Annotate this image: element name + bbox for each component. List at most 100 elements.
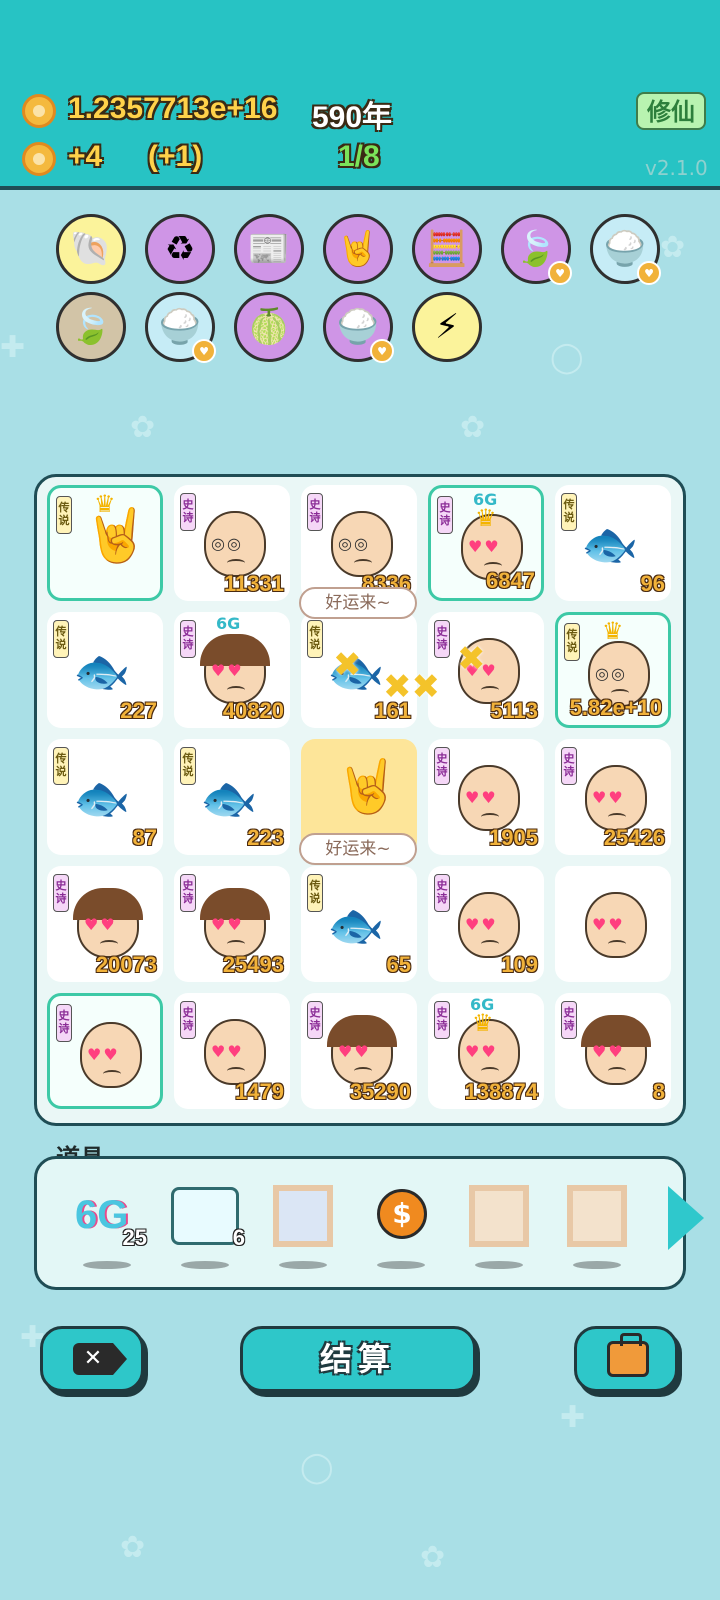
buff-leaf-icon[interactable]: 🍃 — [56, 292, 126, 362]
bg-decoration: ✿ — [420, 1540, 446, 1575]
briefcase-icon — [607, 1333, 649, 1377]
board-tile[interactable]: 史诗 ◎◎ 8336 — [301, 485, 417, 601]
board-tile[interactable]: 史诗 ♥♥ 35290 — [301, 993, 417, 1109]
buff-leaf-icon[interactable]: 🍃 ♥ — [501, 214, 572, 285]
tile-value: 96 — [640, 571, 665, 596]
luck-speech-bubble: 好运来~ — [299, 587, 417, 619]
board-tile[interactable]: 史诗 ♥♥ ♛ 6G 138874 — [428, 993, 544, 1109]
rarity-tag: 史诗 — [180, 620, 196, 658]
mouth — [227, 1067, 245, 1075]
buff-math-head-icon[interactable]: 🧮 — [412, 214, 482, 284]
board-tile[interactable]: 史诗 ♥♥ 25493 — [174, 866, 290, 982]
prop-shadow — [573, 1261, 621, 1269]
prop-shadow — [377, 1261, 425, 1269]
board-tile[interactable]: 史诗 ♥♥ 20073 — [47, 866, 163, 982]
heart-badge-icon: ♥ — [370, 339, 394, 363]
tile-value: 1479 — [235, 1079, 284, 1104]
mouth — [608, 940, 626, 948]
prop-slot[interactable]: $ — [367, 1181, 435, 1269]
board-tile[interactable]: 史诗 ♥♥ 1905 — [428, 739, 544, 855]
income-bonus: (+1) — [148, 140, 203, 173]
tile-value: 35290 — [349, 1079, 411, 1104]
round-progress: 1/8 — [338, 140, 380, 173]
cross-effect-icon: ✖ — [333, 645, 362, 685]
board-tile[interactable]: 史诗 ♥♥ 25426 — [555, 739, 671, 855]
rarity-tag: 史诗 — [434, 874, 450, 912]
buff-shell-icon[interactable]: 🐚 — [56, 214, 126, 284]
buff-rice-bowl-icon[interactable]: 🍚 ♥ — [323, 292, 394, 363]
props-next-arrow[interactable] — [668, 1186, 704, 1250]
prop-slot[interactable] — [465, 1181, 533, 1269]
board-tile[interactable]: 传说 🤘 ♛ — [47, 485, 163, 601]
buff-rice-bowl-icon[interactable]: 🍚 ♥ — [590, 214, 661, 285]
board-tile[interactable]: ♥♥ — [555, 866, 671, 982]
6g-badge: 6G — [216, 614, 241, 633]
board-tile[interactable]: 史诗 ♥♥ 1479 — [174, 993, 290, 1109]
empty-frame-icon — [469, 1185, 529, 1247]
board-tile[interactable]: 史诗 ♥♥ — [47, 993, 163, 1109]
glasses-icon: ◎◎ — [595, 664, 627, 683]
quit-button[interactable]: ✕ — [40, 1326, 144, 1392]
rarity-tag: 史诗 — [180, 493, 196, 531]
board-tile[interactable]: 传说 🐟 65 — [301, 866, 417, 982]
mouth — [481, 1067, 499, 1075]
rice-bowl-icon: 🍚 — [158, 307, 202, 347]
rarity-tag: 史诗 — [53, 874, 69, 912]
income-rate: +4 — [68, 140, 103, 173]
heart-eyes-icon: ♥♥ — [592, 915, 625, 934]
tile-value: 5.82e+10 — [569, 695, 662, 720]
prop-slot[interactable] — [269, 1181, 337, 1269]
heart-eyes-icon: ♥♥ — [592, 788, 625, 807]
prop-slot[interactable]: 6G 25 — [73, 1181, 147, 1269]
board-tile[interactable]: 史诗 ♥♥ 6G 40820 — [174, 612, 290, 728]
board-tile[interactable]: 传说 🐟 223 — [174, 739, 290, 855]
recycle-icon: ♻ — [164, 229, 196, 269]
settle-button[interactable]: 结算 — [240, 1326, 476, 1392]
board-tile[interactable]: 传说 🐟 87 — [47, 739, 163, 855]
buff-recycle-icon[interactable]: ♻ — [145, 214, 215, 284]
leaf-icon: 🍃 — [514, 229, 558, 269]
buff-pomelo-icon[interactable]: 🍈 — [234, 292, 304, 362]
heart-eyes-icon: ♥♥ — [465, 1042, 498, 1061]
buff-rock-hand-icon[interactable]: 🤘 — [323, 214, 393, 284]
buff-lightning-icon[interactable]: ⚡ — [412, 292, 482, 362]
board-tile[interactable]: 史诗 ♥♥ 8 — [555, 993, 671, 1109]
rarity-tag: 史诗 — [437, 496, 453, 534]
mouth — [354, 559, 372, 567]
tile-value: 65 — [386, 952, 411, 977]
board-tile[interactable]: 史诗 ♥♥ ♛ 6G 6847 — [428, 485, 544, 601]
tile-value: 138874 — [464, 1079, 538, 1104]
lightning-icon: ⚡ — [435, 307, 459, 347]
board-tile[interactable]: 传说 ◎◎ ♛ 5.82e+10 — [555, 612, 671, 728]
prop-slot[interactable]: 6 — [171, 1181, 245, 1269]
heart-badge-icon: ♥ — [637, 261, 661, 285]
board-tile[interactable]: 传说 🐟 96 — [555, 485, 671, 601]
cultivate-button[interactable]: 修仙 — [636, 92, 706, 130]
bald-hearts-avatar: ♥♥ — [458, 892, 520, 958]
board-tile[interactable]: 史诗 ♥♥ 5113 — [428, 612, 544, 728]
close-tag-icon: ✕ — [73, 1343, 127, 1375]
bg-decoration: ✿ — [460, 410, 486, 445]
heart-eyes-icon: ♥♥ — [211, 915, 244, 934]
prop-shadow — [279, 1261, 327, 1269]
framed-card-icon — [273, 1185, 333, 1247]
prop-count: 6 — [232, 1225, 245, 1250]
board-tile[interactable]: 史诗 ◎◎ 11331 — [174, 485, 290, 601]
bag-button[interactable] — [574, 1326, 678, 1392]
prop-slot[interactable] — [563, 1181, 631, 1269]
mouth — [100, 940, 118, 948]
rarity-tag: 传说 — [56, 496, 72, 534]
dollar-coin-icon: $ — [377, 1189, 427, 1239]
board-tile[interactable]: 史诗 ♥♥ 109 — [428, 866, 544, 982]
rarity-tag: 史诗 — [561, 1001, 577, 1039]
girl-hearts-avatar: ♥♥ — [200, 888, 270, 958]
board-tile[interactable]: 传说 🐟 227 — [47, 612, 163, 728]
buff-rice-bowl-icon[interactable]: 🍚 ♥ — [145, 292, 216, 363]
bg-decoration: ✿ — [660, 230, 686, 265]
cross-effect-icon: ✖ — [457, 639, 486, 679]
koi-fish-icon: 🐟 — [73, 644, 131, 698]
prop-shadow — [181, 1261, 229, 1269]
koi-fish-icon: 🐟 — [200, 771, 258, 825]
tile-value: 1905 — [489, 825, 538, 850]
buff-time-magazine-icon[interactable]: 📰 — [234, 214, 304, 284]
